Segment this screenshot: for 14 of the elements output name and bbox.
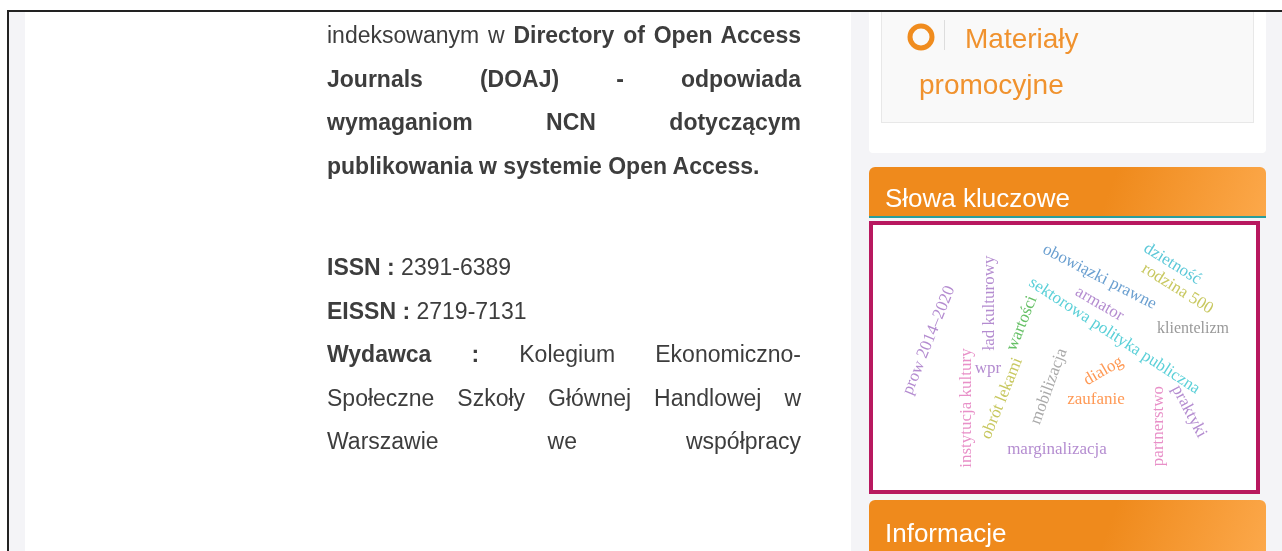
keyword-link[interactable]: dialog [1080, 352, 1126, 388]
circle-icon [906, 22, 936, 52]
eissn-text: EISSN : 2719-7131 [327, 296, 528, 326]
promo-link[interactable]: Materiały promocyjne [919, 16, 1169, 108]
article-paragraph: indeksowanym w Directory of Open Access Journals (DOAJ) - odpowiada wymaganiom NCN dotyczącym publikowania w systemie Open Access. [327, 21, 801, 181]
keyword-link[interactable]: instytucja kultury [956, 348, 974, 468]
publisher-text: Wydawca : Kolegium Ekonomiczno-Społeczne Szkoły Głównej Handlowej w Warszawie we współpracy [327, 340, 801, 456]
keyword-link[interactable]: klientelizm [1157, 320, 1229, 336]
keyword-link[interactable]: zaufanie [1067, 389, 1125, 407]
keywords-header: Słowa kluczowe [869, 167, 1266, 218]
keyword-link[interactable]: ład kulturowy [979, 255, 997, 351]
keyword-link[interactable]: marginalizacja [1007, 439, 1107, 457]
issn-text: ISSN : 2391-6389 [327, 253, 513, 282]
info-header: Informacje [869, 500, 1266, 551]
